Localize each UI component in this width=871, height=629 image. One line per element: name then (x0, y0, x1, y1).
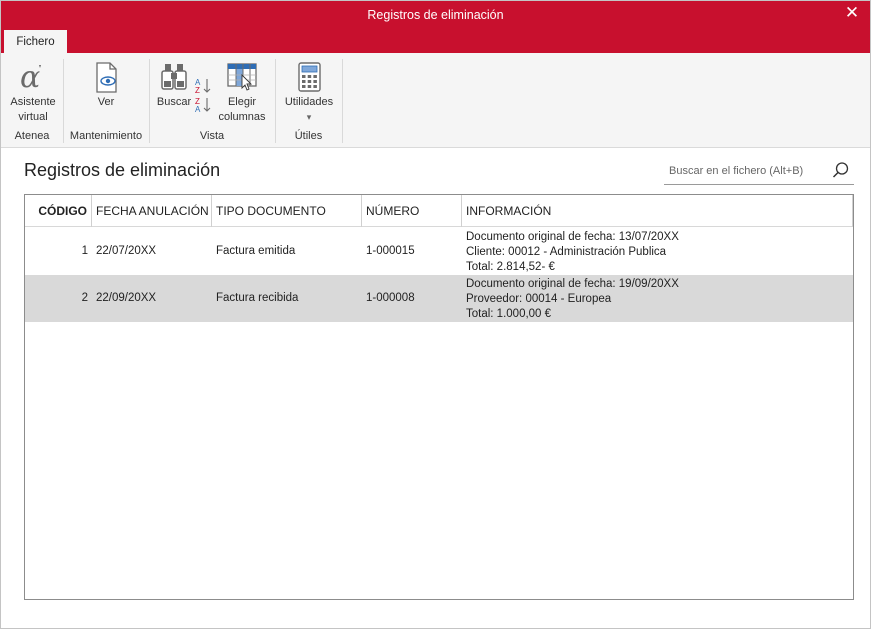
search-input[interactable] (664, 162, 824, 180)
column-header-codigo[interactable]: CÓDIGO (25, 195, 92, 227)
cell-informacion: Documento original de fecha: 13/07/20XX … (466, 228, 679, 275)
group-label-atenea: Atenea (14, 130, 50, 142)
group-label-utiles: Útiles (294, 130, 323, 142)
search-box (664, 158, 854, 185)
ribbon-group-mantenimiento: Ver Mantenimiento (64, 57, 148, 145)
cell-tipo: Factura recibida (216, 292, 299, 304)
close-button[interactable]: ✕ (842, 3, 862, 23)
cell-tipo: Factura emitida (216, 245, 296, 257)
tab-fichero[interactable]: Fichero (4, 30, 67, 54)
alpha-assistant-icon: α (16, 60, 50, 95)
ribbon-group-atenea: α Asistente virtual Atenea (1, 57, 63, 145)
sort-icon: A Z Z A (195, 78, 211, 114)
buscar-label: Buscar (156, 96, 192, 108)
info-line: Documento original de fecha: 19/09/20XX (466, 278, 679, 290)
buscar-button[interactable]: Buscar (154, 61, 194, 110)
cell-codigo: 2 (81, 292, 88, 304)
ribbon: α Asistente virtual Atenea Ver Mantenimi… (1, 53, 870, 148)
table-row-selected[interactable]: 2 22/09/20XX Factura recibida 1-000008 D… (25, 275, 853, 322)
cell-fecha: 22/07/20XX (96, 245, 157, 257)
cell-codigo: 1 (81, 245, 88, 257)
ver-label: Ver (97, 96, 115, 108)
ver-button[interactable]: Ver (86, 61, 126, 110)
asistente-label-1: Asistente (10, 96, 56, 108)
group-label-mantenimiento: Mantenimiento (69, 130, 143, 142)
window-title: Registros de eliminación (367, 8, 504, 22)
table-row[interactable]: 1 22/07/20XX Factura emitida 1-000015 Do… (25, 228, 853, 275)
svg-text:A: A (195, 105, 201, 114)
info-line: Documento original de fecha: 13/07/20XX (466, 231, 679, 243)
close-icon: ✕ (844, 3, 860, 22)
group-label-vista: Vista (199, 130, 225, 142)
app-window: Registros de eliminación ✕ Fichero α Asi… (0, 0, 871, 629)
sort-az-button[interactable]: A Z Z A (194, 77, 214, 120)
elegir-label-1: Elegir (227, 96, 257, 108)
choose-columns-icon (225, 61, 259, 93)
cell-numero: 1-000008 (366, 292, 415, 304)
asistente-label-2: virtual (18, 111, 48, 123)
elegir-columnas-button[interactable]: Elegir columnas (216, 61, 268, 125)
page-title: Registros de eliminación (24, 160, 221, 180)
ribbon-divider (342, 59, 343, 143)
search-icon[interactable] (832, 161, 850, 179)
column-header-tipo-documento[interactable]: TIPO DOCUMENTO (212, 195, 362, 227)
cell-informacion: Documento original de fecha: 19/09/20XX … (466, 275, 679, 322)
column-header-numero[interactable]: NÚMERO (362, 195, 462, 227)
cell-fecha: 22/09/20XX (96, 292, 157, 304)
info-line: Total: 1.000,00 € (466, 308, 552, 320)
chevron-down-icon: ▾ (306, 112, 312, 122)
records-table: CÓDIGO FECHA ANULACIÓN TIPO DOCUMENTO NÚ… (24, 194, 854, 600)
cell-numero: 1-000015 (366, 245, 415, 257)
title-bar: Registros de eliminación ✕ Fichero (1, 1, 870, 54)
svg-text:α: α (20, 61, 40, 93)
calculator-icon (292, 61, 326, 93)
ribbon-group-utiles: Utilidades ▾ Útiles (276, 57, 341, 145)
svg-text:Z: Z (195, 86, 200, 95)
table-header: CÓDIGO FECHA ANULACIÓN TIPO DOCUMENTO NÚ… (25, 195, 853, 227)
utilidades-button[interactable]: Utilidades ▾ (279, 61, 339, 125)
asistente-virtual-button[interactable]: α Asistente virtual (5, 60, 61, 125)
elegir-label-2: columnas (218, 111, 266, 123)
info-line: Cliente: 00012 - Administración Publica (466, 246, 667, 258)
column-header-fecha-anulacion[interactable]: FECHA ANULACIÓN (92, 195, 212, 227)
info-line: Total: 2.814,52- € (466, 261, 555, 273)
binoculars-icon (157, 61, 191, 93)
ribbon-group-vista: Buscar A Z Z A Elegir columnas Vista (150, 57, 274, 145)
column-header-informacion[interactable]: INFORMACIÓN (462, 195, 853, 227)
utilidades-label: Utilidades (284, 96, 334, 108)
view-document-icon (89, 61, 123, 93)
info-line: Proveedor: 00014 - Europea (466, 293, 612, 305)
